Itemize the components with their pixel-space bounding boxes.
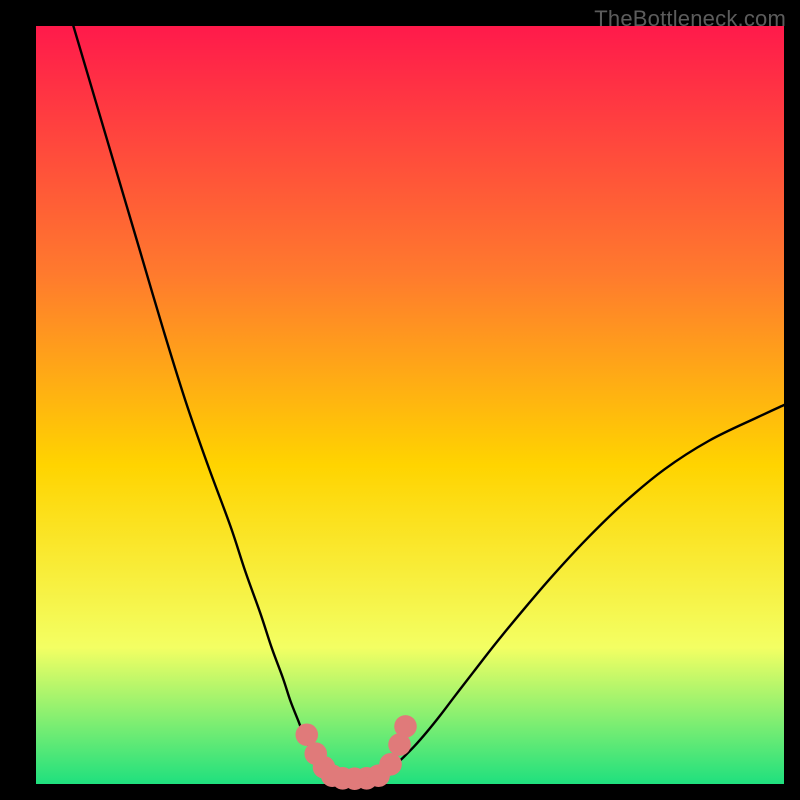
watermark-text: TheBottleneck.com xyxy=(594,6,786,32)
chart-stage: TheBottleneck.com xyxy=(0,0,800,800)
data-marker xyxy=(394,715,417,738)
chart-svg xyxy=(0,0,800,800)
plot-background xyxy=(36,26,784,784)
data-marker xyxy=(379,753,402,776)
